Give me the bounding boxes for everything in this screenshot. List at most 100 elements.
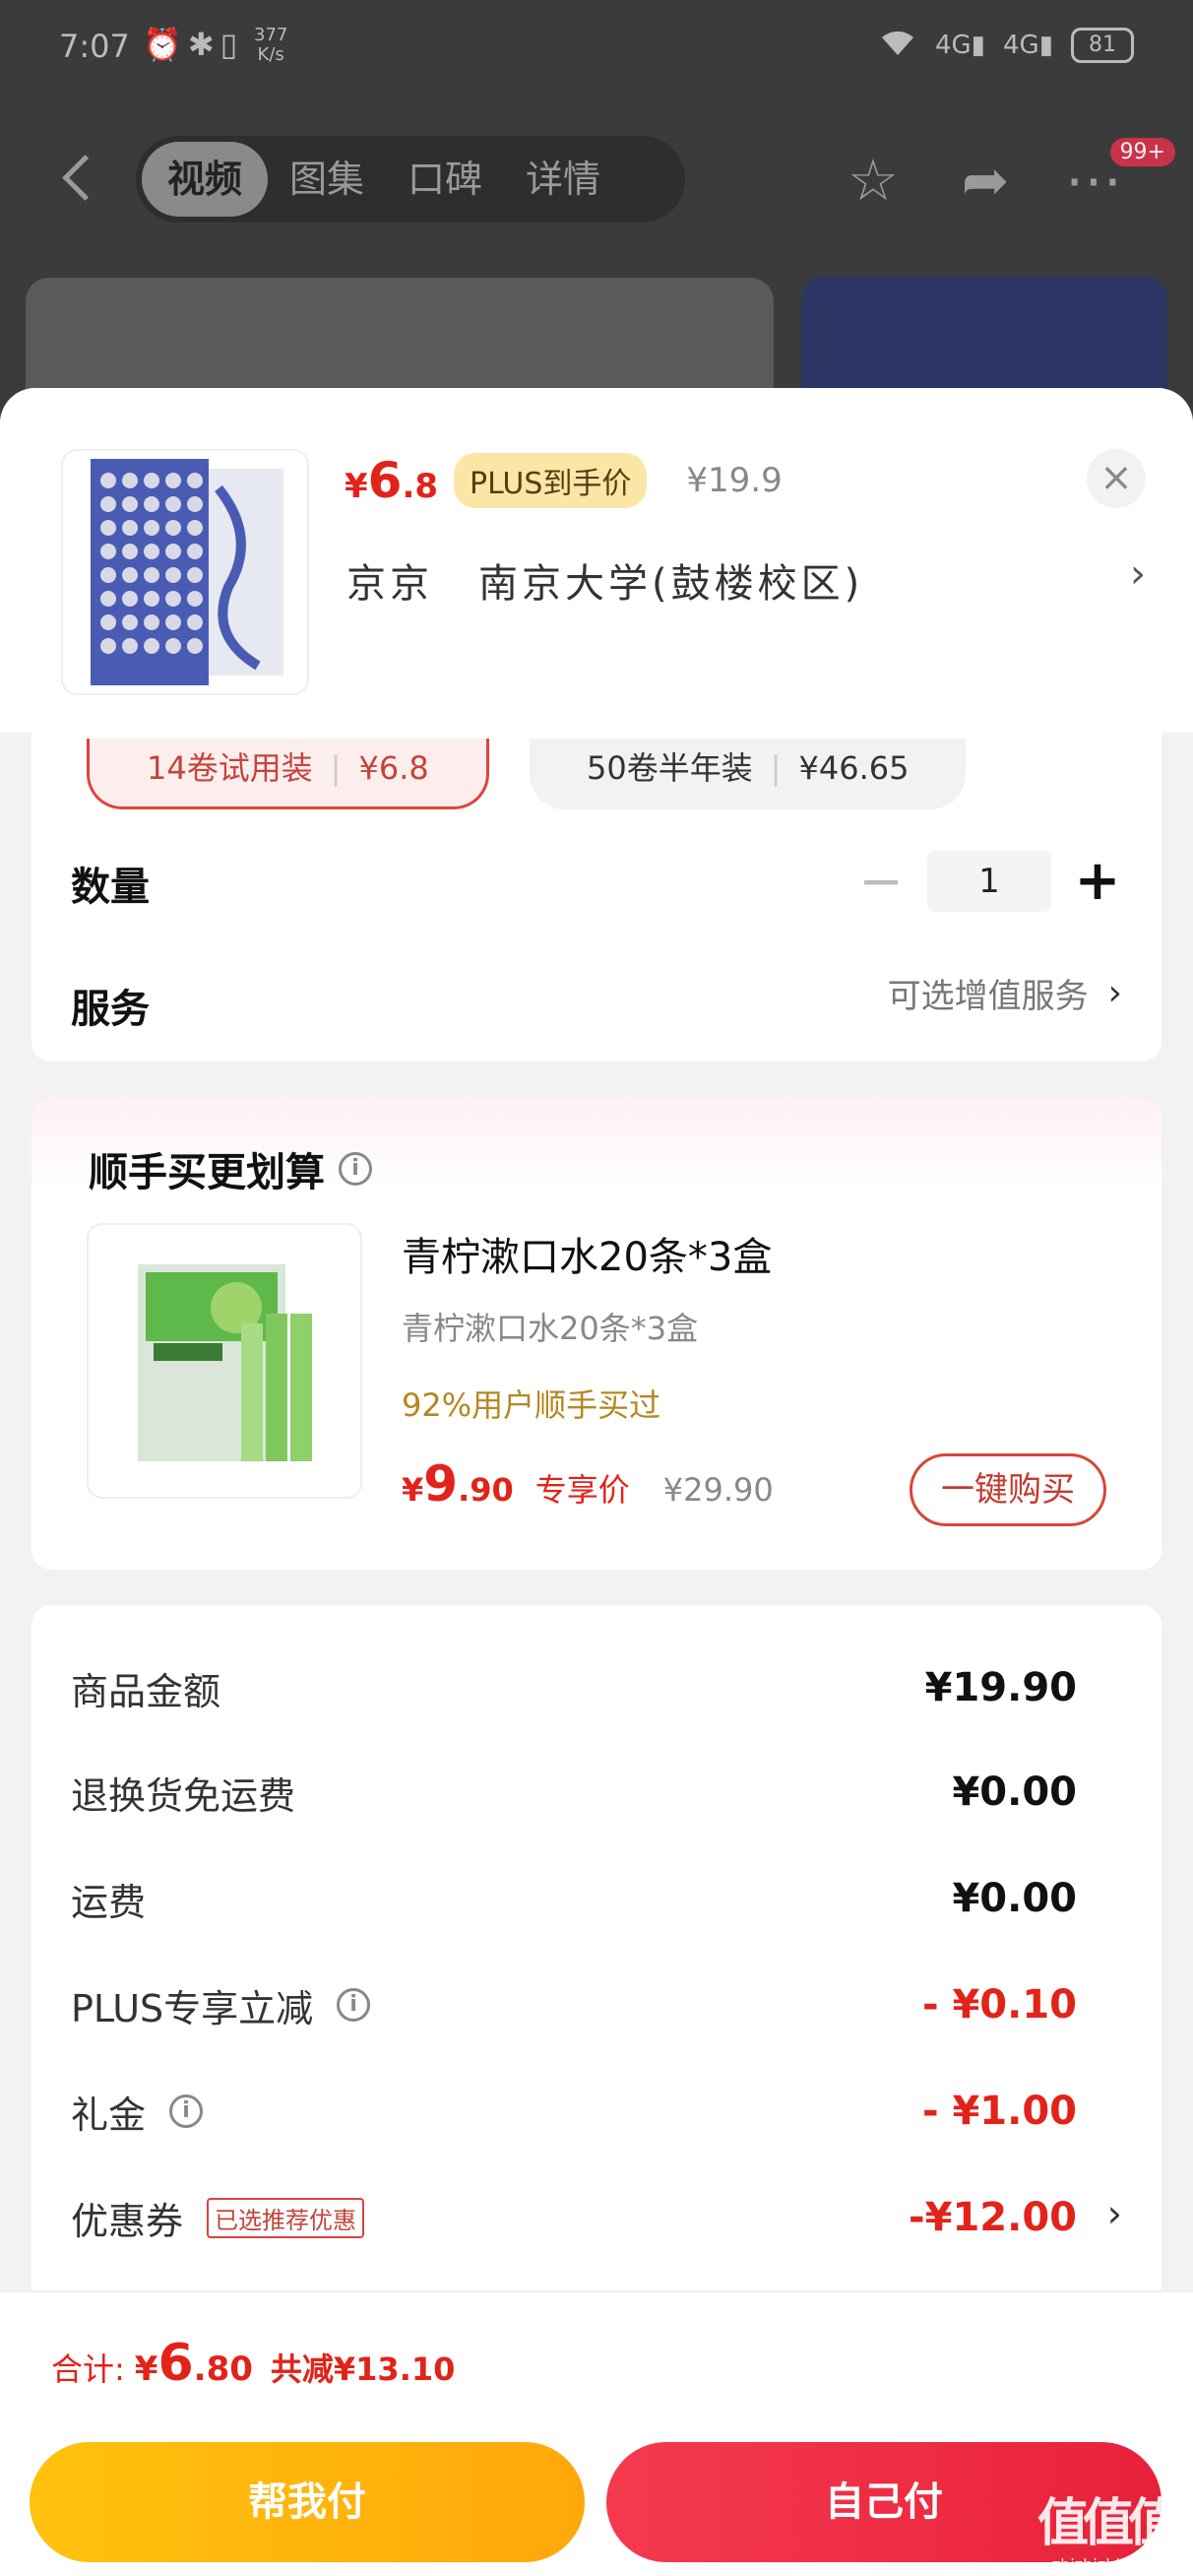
- fee-label: 退换货免运费: [71, 1766, 295, 1820]
- bundle-purchase-rate: 92%用户顺手买过: [402, 1386, 661, 1424]
- fee-label: 商品金额: [71, 1661, 220, 1715]
- watermark-url: zhizhizhi.com: [1051, 2555, 1160, 2574]
- service-selector[interactable]: 可选增值服务 ›: [888, 969, 1122, 1017]
- quantity-increase-button[interactable]: +: [1073, 849, 1122, 913]
- bundle-card: 顺手买更划算 i 青柠漱口水20条*3盒 青柠漱口水20条*3盒 92%用户顺手…: [31, 1097, 1162, 1570]
- spec-divider: |: [330, 749, 342, 787]
- quantity-input[interactable]: 1: [927, 850, 1051, 912]
- background-product-page: 7:07 ⏰✱▯ 377 K/s 4G▮ 4G▮ 81 视频 图集 口碑 详情 …: [0, 0, 1193, 435]
- status-time: 7:07: [59, 28, 130, 65]
- bundle-original-price: ¥29.90: [662, 1471, 774, 1509]
- wifi-icon: [878, 26, 917, 64]
- spec-card: 14卷试用装 | ¥6.8 50卷半年装 | ¥46.65 数量 − 1 + 服务 可选…: [31, 733, 1162, 1062]
- address-location: 南京大学(鼓楼校区): [478, 561, 864, 607]
- battery-icon: 81: [1071, 27, 1134, 63]
- fee-value: - ¥1.00: [921, 2089, 1077, 2134]
- network-speed: 377 K/s: [254, 26, 287, 65]
- bundle-price-currency: ¥: [402, 1471, 424, 1509]
- fee-value: ¥19.90: [924, 1665, 1077, 1710]
- bundle-price-decimal: .90: [458, 1471, 514, 1509]
- fee-value: ¥0.00: [952, 1770, 1077, 1815]
- total-amount: ¥6.80: [135, 2334, 253, 2393]
- spec-option-name: 14卷试用装: [147, 749, 313, 787]
- bundle-product-name[interactable]: 青柠漱口水20条*3盒: [402, 1225, 772, 1282]
- fee-row-gift-money: 礼金 i - ¥1.00: [71, 2082, 1077, 2141]
- bundle-product-image[interactable]: [87, 1223, 362, 1499]
- plus-price-currency: ¥: [345, 467, 368, 506]
- bundle-price-integer: 9: [423, 1455, 459, 1513]
- plus-price-tag: PLUS到手价: [454, 453, 648, 508]
- fee-row-subtotal: 商品金额 ¥19.90: [71, 1658, 1077, 1717]
- media-tabs: 视频 图集 口碑 详情: [136, 136, 685, 223]
- fee-value: - ¥0.10: [921, 1982, 1077, 2028]
- notification-badge: 99+: [1109, 138, 1175, 166]
- fee-label-text: PLUS专享立减: [71, 1986, 314, 2030]
- watermark-logo: 值值值: [1036, 2494, 1179, 2553]
- delivery-address[interactable]: 京京 南京大学(鼓楼校区): [346, 551, 863, 609]
- fee-row-coupon[interactable]: 优惠券 已选推荐优惠 -¥12.00: [71, 2188, 1077, 2247]
- chevron-right-icon: ›: [1107, 973, 1122, 1013]
- total-decimal: .80: [193, 2350, 253, 2389]
- service-value: 可选增值服务: [887, 977, 1089, 1016]
- price-row: ¥6.8 PLUS到手价 ¥19.9: [345, 449, 783, 512]
- spec-option-price: ¥46.65: [798, 749, 910, 787]
- spec-option-trial[interactable]: 14卷试用装 | ¥6.8: [87, 739, 489, 809]
- spec-option-half-year[interactable]: 50卷半年装 | ¥46.65: [530, 739, 967, 809]
- fee-label: 优惠券 已选推荐优惠: [71, 2191, 365, 2245]
- network-speed-unit: K/s: [257, 44, 284, 65]
- spec-option-name: 50卷半年装: [587, 749, 753, 787]
- tab-details[interactable]: 详情: [504, 142, 622, 217]
- fee-label: PLUS专享立减 i: [71, 1978, 371, 2032]
- product-thumbnail: [61, 449, 309, 695]
- original-price: ¥19.9: [686, 461, 783, 500]
- coupon-recommended-tag: 已选推荐优惠: [207, 2197, 365, 2238]
- plus-price-integer: 6: [367, 452, 403, 509]
- plus-price-decimal: .8: [402, 467, 439, 506]
- total-label: 合计:: [51, 2351, 125, 2388]
- bundle-price: ¥9.90 专享价 ¥29.90: [402, 1455, 774, 1513]
- fee-label-text: 优惠券: [71, 2199, 184, 2243]
- star-icon[interactable]: ☆: [839, 146, 908, 215]
- fee-label: 运费: [71, 1872, 146, 1926]
- info-icon[interactable]: i: [169, 2094, 204, 2128]
- total-discount: 共减¥13.10: [270, 2351, 456, 2388]
- network-speed-value: 377: [254, 25, 288, 45]
- fee-row-return-shipping: 退换货免运费 ¥0.00: [71, 1763, 1077, 1822]
- bundle-exclusive-price: ¥9.90: [402, 1455, 514, 1513]
- tab-gallery[interactable]: 图集: [268, 142, 386, 217]
- address-city: 京京: [346, 561, 433, 607]
- bundle-title: 顺手买更划算 i: [89, 1140, 372, 1197]
- back-button[interactable]: [57, 152, 96, 207]
- chevron-right-icon[interactable]: ›: [1130, 551, 1146, 597]
- fee-value: -¥12.00: [909, 2195, 1077, 2240]
- quantity-decrease-button[interactable]: −: [856, 850, 906, 912]
- tab-reviews[interactable]: 口碑: [386, 142, 504, 217]
- fee-label-text: 运费: [71, 1880, 147, 1924]
- bundle-price-tag: 专享价: [534, 1471, 630, 1509]
- network-label-2: 4G: [1002, 30, 1039, 60]
- fee-label-text: 礼金: [71, 2093, 147, 2137]
- info-icon[interactable]: i: [339, 1152, 372, 1186]
- status-right-icons: 4G▮ 4G▮ 81: [878, 26, 1134, 64]
- one-click-buy-button[interactable]: 一键购买: [910, 1453, 1106, 1526]
- fee-label-text: 退换货免运费: [71, 1773, 296, 1818]
- signal-icon-1: 4G▮: [934, 30, 985, 60]
- checkout-footer: 合计: ¥6.80 共减¥13.10 帮我付 自己付: [0, 2290, 1193, 2576]
- status-bar: 7:07 ⏰✱▯ 377 K/s 4G▮ 4G▮ 81: [0, 0, 1193, 98]
- tab-video[interactable]: 视频: [142, 142, 269, 217]
- total-currency: ¥: [134, 2350, 158, 2389]
- help-me-pay-button[interactable]: 帮我付: [30, 2442, 585, 2562]
- fee-label: 礼金 i: [71, 2085, 204, 2139]
- spec-divider: |: [770, 749, 782, 787]
- signal-icon-2: 4G▮: [1002, 30, 1053, 60]
- purchase-sheet: ¥6.8 PLUS到手价 ¥19.9 × 京京 南京大学(鼓楼校区) › 14卷…: [0, 388, 1193, 2576]
- close-button[interactable]: ×: [1087, 449, 1146, 508]
- network-label-1: 4G: [934, 30, 972, 60]
- info-icon[interactable]: i: [337, 1988, 371, 2022]
- bundle-product-subtitle: 青柠漱口水20条*3盒: [402, 1310, 699, 1347]
- quantity-label: 数量: [71, 865, 150, 910]
- bundle-title-text: 顺手买更划算: [89, 1150, 325, 1195]
- fee-value: ¥0.00: [952, 1876, 1077, 1921]
- share-icon[interactable]: ➦: [951, 146, 1020, 215]
- chevron-right-icon[interactable]: ›: [1107, 2192, 1122, 2235]
